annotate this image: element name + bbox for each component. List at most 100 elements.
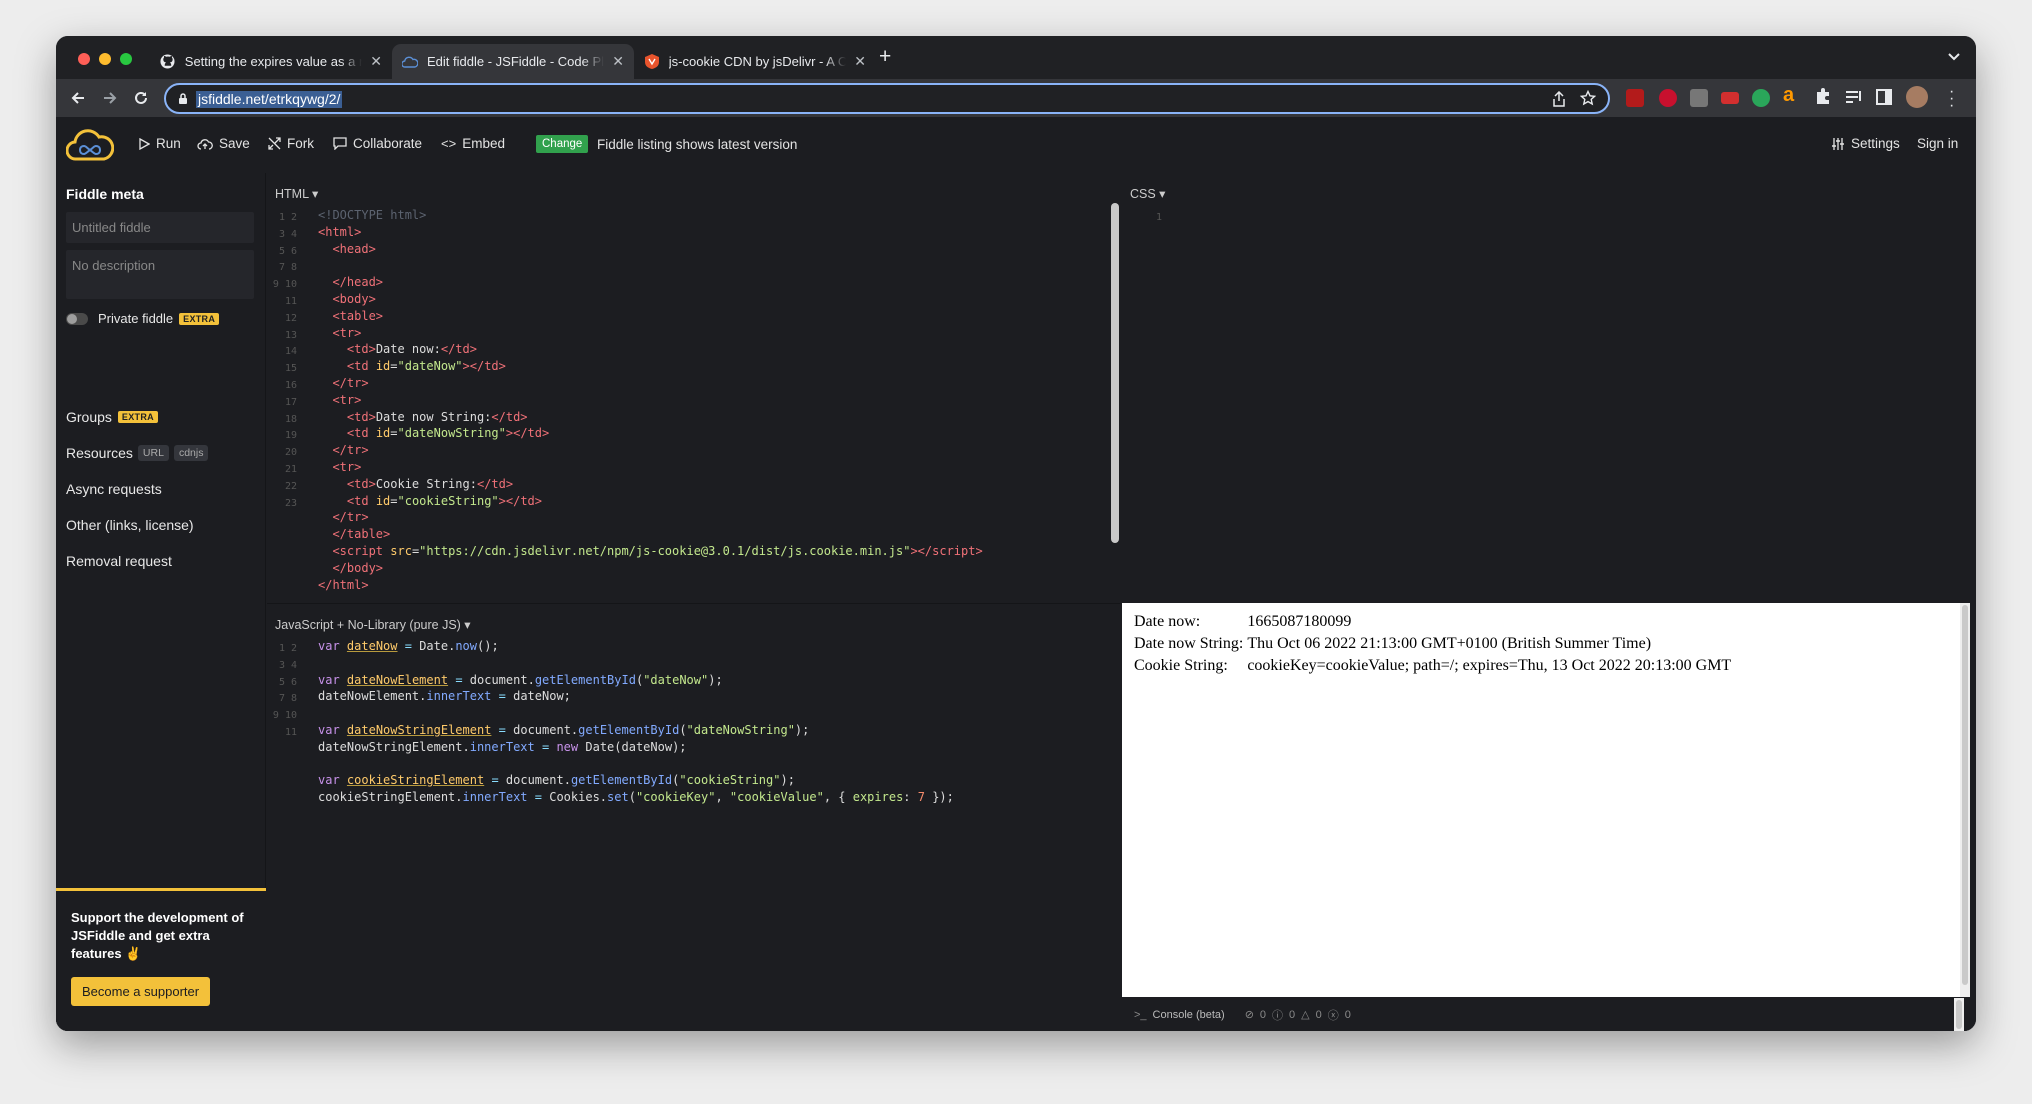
- sidebar-item-groups[interactable]: Groups EXTRA: [66, 409, 158, 425]
- result-label: Cookie String:: [1134, 657, 1228, 674]
- address-bar[interactable]: jsfiddle.net/etrkqywg/2/: [164, 83, 1610, 114]
- reload-icon[interactable]: [131, 88, 151, 108]
- minimize-window-button[interactable]: [99, 53, 111, 65]
- browser-menu-icon[interactable]: · · ·: [1949, 84, 1954, 114]
- sidebar-item-removal[interactable]: Removal request: [66, 553, 172, 569]
- tab-title: Edit fiddle - JSFiddle - Code Pl: [427, 54, 605, 69]
- console-scrollbar[interactable]: [1954, 998, 1964, 1031]
- close-window-button[interactable]: [78, 53, 90, 65]
- tab-search-icon[interactable]: [1948, 50, 1962, 64]
- js-editor-pane[interactable]: JavaScript + No-Library (pure JS) ▾ 1 2 …: [267, 603, 1121, 1031]
- window-controls: [78, 53, 132, 65]
- js-line-numbers: 1 2 3 4 5 6 7 8 9 10 11: [272, 643, 297, 738]
- become-supporter-button[interactable]: Become a supporter: [71, 977, 211, 1006]
- sign-in-link[interactable]: Sign in: [1917, 136, 1958, 151]
- new-tab-button[interactable]: +: [879, 46, 891, 67]
- terminal-icon: >_: [1134, 1008, 1147, 1021]
- result-table: Date now: 1665087180099 Date now String: T…: [1132, 611, 1733, 677]
- cdnjs-tag[interactable]: cdnjs: [173, 445, 209, 461]
- bookmark-star-icon[interactable]: [1579, 89, 1597, 111]
- result-value: Thu Oct 06 2022 21:13:00 GMT+0100 (Briti…: [1247, 635, 1652, 652]
- warning-icon: △: [1301, 1009, 1310, 1021]
- site-info-icon[interactable]: [178, 92, 188, 110]
- amazon-extension-icon[interactable]: a: [1783, 84, 1794, 107]
- lastpass-extension-icon[interactable]: [1721, 92, 1739, 104]
- tab-title: Setting the expires value as a n: [184, 54, 363, 69]
- fiddle-description-input[interactable]: No description: [66, 250, 254, 299]
- sliders-icon: [1832, 137, 1844, 150]
- browser-tab-1[interactable]: Setting the expires value as a n ✕: [150, 44, 392, 79]
- settings-button[interactable]: Settings: [1831, 136, 1900, 151]
- support-text: Support the development of JSFiddle and …: [71, 910, 244, 961]
- sidebar-item-async[interactable]: Async requests: [66, 481, 162, 497]
- result-frame[interactable]: Date now: 1665087180099 Date now String: T…: [1122, 603, 1970, 997]
- close-tab-icon[interactable]: ✕: [370, 53, 382, 70]
- change-button[interactable]: Change: [536, 135, 589, 153]
- jsfiddle-icon: [402, 54, 418, 70]
- browser-tab-3[interactable]: js-cookie CDN by jsDelivr - A C ✕: [634, 44, 876, 79]
- listing-status-text: Fiddle listing shows latest version: [597, 137, 798, 152]
- side-panel-icon[interactable]: [1876, 89, 1892, 105]
- console-label[interactable]: Console (beta): [1153, 1009, 1225, 1021]
- profile-avatar[interactable]: [1906, 86, 1928, 108]
- browser-window: Setting the expires value as a n ✕ Edit …: [56, 36, 1976, 1031]
- url-tag[interactable]: URL: [137, 445, 169, 461]
- forward-arrow-icon[interactable]: [100, 88, 120, 108]
- private-label-text: Private fiddle: [98, 311, 174, 326]
- extension-icon[interactable]: [1752, 89, 1770, 107]
- console-clear-icon: ⊘: [1244, 1009, 1254, 1021]
- private-fiddle-label: Private fiddle EXTRA: [98, 311, 220, 326]
- close-tab-icon[interactable]: ✕: [612, 53, 624, 70]
- browser-tab-2[interactable]: Edit fiddle - JSFiddle - Code Pl ✕: [392, 44, 634, 79]
- sidebar-item-resources[interactable]: Resources URL cdnjs: [66, 445, 209, 461]
- jsfiddle-header: Run Save Fork Collaborate <> Embed Change…: [56, 117, 1976, 173]
- save-button[interactable]: Save: [197, 136, 250, 151]
- url-text[interactable]: jsfiddle.net/etrkqywg/2/: [196, 91, 343, 108]
- save-label: Save: [219, 136, 250, 151]
- close-tab-icon[interactable]: ✕: [854, 53, 866, 70]
- extension-icon[interactable]: [1690, 89, 1708, 107]
- github-icon: [160, 54, 176, 70]
- result-label: Date now:: [1134, 613, 1201, 630]
- html-line-numbers: 1 2 3 4 5 6 7 8 9 10 11 12 13 14 15 16 1…: [272, 212, 297, 509]
- result-value: 1665087180099: [1247, 613, 1352, 630]
- collaborate-label: Collaborate: [353, 136, 423, 151]
- table-row: Cookie String: cookieKey=cookieValue; pat…: [1132, 655, 1733, 677]
- js-code[interactable]: var dateNow = Date.now(); var dateNowEle…: [318, 638, 954, 806]
- browser-toolbar: jsfiddle.net/etrkqywg/2/ a · · ·: [56, 79, 1976, 117]
- maximize-window-button[interactable]: [120, 53, 132, 65]
- run-button[interactable]: Run: [138, 136, 181, 151]
- back-arrow-icon[interactable]: [68, 88, 88, 108]
- code-brackets-icon: <>: [441, 136, 457, 151]
- console-bar[interactable]: >_ Console (beta) ⊘ 0 ⓘ 0 △ 0 ⓧ 0: [1122, 998, 1970, 1031]
- result-label: Date now String:: [1134, 635, 1244, 652]
- adblock-plus-extension-icon[interactable]: [1659, 89, 1677, 107]
- private-fiddle-toggle[interactable]: [66, 313, 88, 325]
- tab-title: js-cookie CDN by jsDelivr - A C: [668, 54, 847, 69]
- html-editor-pane[interactable]: HTML ▾ 1 2 3 4 5 6 7 8 9 10 11 12 13 14 …: [267, 173, 1121, 603]
- share-icon[interactable]: [1552, 90, 1566, 112]
- extra-badge: EXTRA: [179, 312, 220, 325]
- fiddle-title-input[interactable]: Untitled fiddle: [66, 212, 254, 243]
- ublock-extension-icon[interactable]: [1626, 89, 1644, 107]
- css-editor-pane[interactable]: CSS ▾ 1: [1122, 173, 1976, 603]
- extensions-puzzle-icon[interactable]: [1814, 87, 1832, 110]
- jsfiddle-logo-icon[interactable]: [65, 126, 115, 165]
- jsfiddle-app: Run Save Fork Collaborate <> Embed Change…: [56, 117, 1976, 1031]
- fork-button[interactable]: Fork: [268, 136, 314, 151]
- table-row: Date now: 1665087180099: [1132, 611, 1733, 633]
- result-scrollbar[interactable]: [1960, 603, 1970, 997]
- js-pane-label[interactable]: JavaScript + No-Library (pure JS) ▾: [275, 617, 471, 632]
- html-pane-label[interactable]: HTML ▾: [275, 186, 318, 201]
- settings-label: Settings: [1851, 136, 1900, 151]
- groups-label: Groups: [66, 409, 112, 425]
- css-pane-label[interactable]: CSS ▾: [1130, 186, 1165, 201]
- console-count: 0: [1289, 1008, 1296, 1021]
- resources-label: Resources: [66, 445, 133, 461]
- collaborate-button[interactable]: Collaborate: [333, 136, 422, 151]
- html-code[interactable]: <!DOCTYPE html> <html> <head> </head> <b…: [318, 207, 983, 593]
- embed-button[interactable]: <> Embed: [441, 136, 505, 151]
- html-scrollbar[interactable]: [1111, 203, 1119, 543]
- sidebar-item-other[interactable]: Other (links, license): [66, 517, 194, 533]
- reading-list-icon[interactable]: [1845, 89, 1863, 110]
